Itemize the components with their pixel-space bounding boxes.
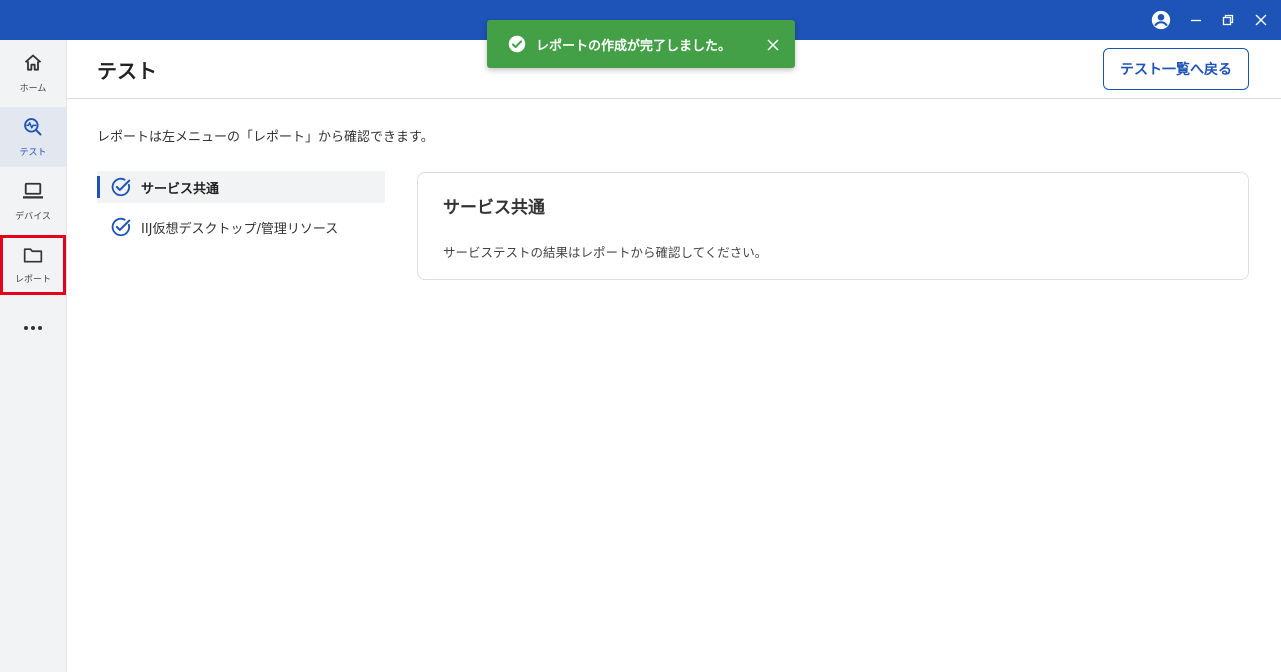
- close-icon[interactable]: [1249, 8, 1273, 32]
- service-common-card: サービス共通 サービステストの結果はレポートから確認してください。: [417, 172, 1249, 280]
- minimize-icon[interactable]: [1184, 8, 1208, 32]
- check-circle-icon: [110, 216, 132, 242]
- sidebar-item-label: ホーム: [19, 83, 47, 94]
- account-circle-icon[interactable]: [1149, 8, 1173, 32]
- step-label: IIJ仮想デスクトップ/管理リソース: [141, 221, 339, 237]
- close-icon[interactable]: [766, 37, 780, 56]
- home-icon: [23, 53, 43, 77]
- step-label: サービス共通: [141, 181, 220, 197]
- sidebar-item-test[interactable]: テスト: [0, 107, 66, 167]
- sidebar-item-report[interactable]: レポート: [0, 235, 66, 295]
- sidebar-item-home[interactable]: ホーム: [0, 43, 66, 103]
- sidebar-item-label: レポート: [14, 274, 51, 285]
- check-circle-icon: [508, 35, 526, 57]
- header-divider: [67, 98, 1281, 99]
- test-analytics-icon: [23, 117, 43, 141]
- card-title: サービス共通: [443, 198, 545, 218]
- active-indicator: [97, 176, 100, 198]
- card-body: サービステストの結果はレポートから確認してください。: [443, 245, 768, 260]
- back-to-test-list-button[interactable]: テスト一覧へ戻る: [1103, 48, 1249, 90]
- sidebar-item-device[interactable]: デバイス: [0, 171, 66, 231]
- sidebar-item-label: デバイス: [15, 211, 51, 222]
- check-circle-icon: [110, 176, 132, 202]
- step-item-service-common[interactable]: サービス共通: [97, 171, 385, 203]
- success-toast: レポートの作成が完了しました。: [487, 20, 795, 68]
- folder-icon: [23, 246, 43, 268]
- sidebar: ホーム テスト デバイス レポート: [0, 40, 67, 672]
- sidebar-item-label: テスト: [19, 147, 47, 158]
- toast-message: レポートの作成が完了しました。: [536, 39, 732, 54]
- page-title: テスト: [97, 59, 157, 83]
- step-item-iij-virtual-desktop[interactable]: IIJ仮想デスクトップ/管理リソース: [97, 211, 385, 243]
- restore-icon[interactable]: [1216, 8, 1240, 32]
- report-location-note: レポートは左メニューの「レポート」から確認できます。: [97, 130, 434, 145]
- more-horizontal-icon[interactable]: [0, 316, 66, 340]
- laptop-icon: [22, 181, 44, 205]
